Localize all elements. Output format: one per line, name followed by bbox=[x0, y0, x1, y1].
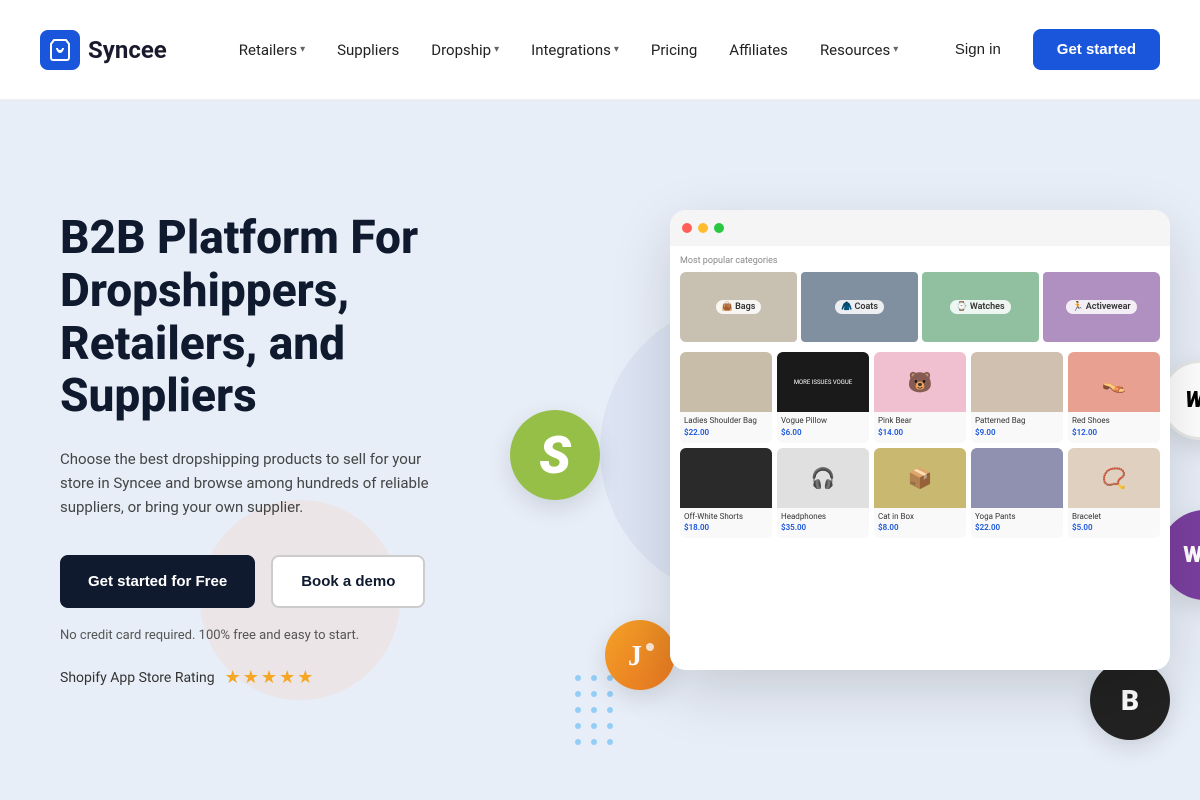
book-demo-button[interactable]: Book a demo bbox=[271, 555, 425, 608]
nav-dropship[interactable]: Dropship ▾ bbox=[419, 33, 511, 67]
nav-integrations[interactable]: Integrations ▾ bbox=[519, 33, 631, 67]
hero-right: // dots 5x6 grid bbox=[450, 130, 1200, 800]
hero-description: Choose the best dropshipping products to… bbox=[60, 447, 440, 519]
browser-mockup: Most popular categories 👜 Bags 🧥 Coats ⌚… bbox=[670, 210, 1170, 670]
browser-dot-green bbox=[714, 223, 724, 233]
star-rating: ★ ★ ★ ★ ★ bbox=[225, 667, 314, 688]
hero-title: B2B Platform For Dropshippers, Retailers… bbox=[60, 212, 480, 424]
chevron-down-icon: ▾ bbox=[494, 44, 499, 55]
shopify-s-letter: S bbox=[539, 425, 571, 486]
logo-text: Syncee bbox=[88, 36, 167, 64]
categories-row: 👜 Bags 🧥 Coats ⌚ Watches 🏃 Activewear bbox=[680, 272, 1160, 342]
product-card: Patterned Bag $9.00 bbox=[971, 352, 1063, 443]
wix-label: Wix bbox=[1185, 388, 1200, 413]
rating-label: Shopify App Store Rating bbox=[60, 670, 215, 686]
product-card: Off-White Shorts $18.00 bbox=[680, 448, 772, 539]
no-credit-text: No credit card required. 100% free and e… bbox=[60, 628, 480, 643]
bigcommerce-icon: B bbox=[1090, 660, 1170, 740]
star-4: ★ bbox=[279, 667, 295, 688]
product-card: 👡 Red Shoes $12.00 bbox=[1068, 352, 1160, 443]
browser-content: Most popular categories 👜 Bags 🧥 Coats ⌚… bbox=[670, 246, 1170, 670]
browser-dot-yellow bbox=[698, 223, 708, 233]
nav-suppliers[interactable]: Suppliers bbox=[325, 33, 411, 67]
product-card: Ladies Shoulder Bag $22.00 bbox=[680, 352, 772, 443]
woo-label: Woo bbox=[1183, 543, 1200, 568]
product-card: 🎧 Headphones $35.00 bbox=[777, 448, 869, 539]
joomla-icon: J bbox=[605, 620, 675, 690]
hero-buttons: Get started for Free Book a demo bbox=[60, 555, 480, 608]
chevron-down-icon: ▾ bbox=[300, 44, 305, 55]
star-3: ★ bbox=[261, 667, 277, 688]
product-card: Yoga Pants $22.00 bbox=[971, 448, 1063, 539]
browser-dot-red bbox=[682, 223, 692, 233]
sign-in-button[interactable]: Sign in bbox=[939, 33, 1017, 66]
bigcommerce-label: B bbox=[1121, 684, 1139, 717]
product-card: 🐻 Pink Bear $14.00 bbox=[874, 352, 966, 443]
product-card: 📦 Cat in Box $8.00 bbox=[874, 448, 966, 539]
shopify-icon: S bbox=[510, 410, 600, 500]
product-card: MORE ISSUES VOGUE Vogue Pillow $6.00 bbox=[777, 352, 869, 443]
header: Syncee Retailers ▾ Suppliers Dropship ▾ … bbox=[0, 0, 1200, 100]
star-1: ★ bbox=[225, 667, 241, 688]
star-2: ★ bbox=[243, 667, 259, 688]
main-nav: Retailers ▾ Suppliers Dropship ▾ Integra… bbox=[227, 33, 939, 67]
section-label: Most popular categories bbox=[680, 256, 1160, 266]
nav-resources[interactable]: Resources ▾ bbox=[808, 33, 910, 67]
hero-section: B2B Platform For Dropshippers, Retailers… bbox=[0, 100, 1200, 800]
hero-left: B2B Platform For Dropshippers, Retailers… bbox=[0, 152, 480, 749]
browser-bar bbox=[670, 210, 1170, 246]
nav-retailers[interactable]: Retailers ▾ bbox=[227, 33, 317, 67]
bag-icon bbox=[48, 38, 72, 62]
chevron-down-icon: ▾ bbox=[893, 44, 898, 55]
nav-affiliates[interactable]: Affiliates bbox=[717, 33, 800, 67]
header-actions: Sign in Get started bbox=[939, 29, 1160, 70]
nav-pricing[interactable]: Pricing bbox=[639, 33, 709, 67]
chevron-down-icon: ▾ bbox=[614, 44, 619, 55]
product-card: 📿 Bracelet $5.00 bbox=[1068, 448, 1160, 539]
logo-icon bbox=[40, 30, 80, 70]
logo[interactable]: Syncee bbox=[40, 30, 167, 70]
rating-wrap: Shopify App Store Rating ★ ★ ★ ★ ★ bbox=[60, 667, 480, 688]
get-started-free-button[interactable]: Get started for Free bbox=[60, 555, 255, 608]
svg-text:J: J bbox=[628, 641, 642, 672]
get-started-button[interactable]: Get started bbox=[1033, 29, 1160, 70]
star-5: ★ bbox=[297, 667, 313, 688]
